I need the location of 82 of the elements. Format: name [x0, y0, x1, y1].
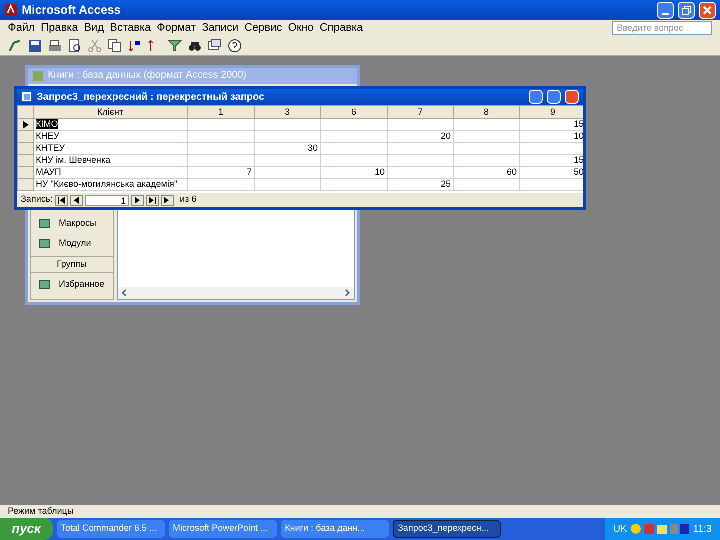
record-label: Запись:	[21, 193, 54, 206]
next-record-icon	[134, 196, 142, 204]
row-selector-header	[18, 106, 34, 118]
table-cell: КНЕУ	[36, 131, 60, 141]
menu-item[interactable]: Правка	[41, 20, 78, 36]
window-title: Книги : база данных (формат Access 2000)	[48, 69, 247, 84]
object-item[interactable]: Макросы	[59, 216, 97, 230]
minimize-button[interactable]	[657, 2, 674, 18]
column-header[interactable]: 1	[188, 106, 254, 118]
previous-record-icon	[73, 196, 80, 204]
table-cell: 20	[440, 131, 451, 141]
close-icon	[703, 6, 712, 14]
start-button[interactable]: пуск	[0, 518, 53, 540]
current-record-icon	[22, 120, 28, 128]
taskbar-button[interactable]: Запрос3_перехресн...	[393, 520, 501, 538]
last-record-button[interactable]	[146, 194, 160, 206]
print-icon[interactable]	[48, 38, 62, 52]
menu-item[interactable]: Записи	[202, 20, 239, 36]
column-header[interactable]: 6	[320, 106, 388, 118]
menu-item[interactable]: Справка	[320, 20, 363, 36]
table-cell: 30	[308, 143, 318, 153]
save-icon[interactable]	[28, 38, 42, 52]
table-cell: МАУП	[36, 167, 62, 177]
table-cell: КІМО	[36, 119, 58, 129]
next-record-button[interactable]	[131, 194, 144, 206]
table-cell: КНТЕУ	[36, 143, 65, 153]
table-cell: НУ "Києво-могилянська академія"	[36, 179, 178, 189]
menu-item[interactable]: Формат	[157, 20, 196, 36]
restore-button[interactable]	[678, 2, 695, 18]
column-header[interactable]: 8	[454, 106, 520, 118]
first-record-icon	[58, 196, 66, 204]
print-preview-icon[interactable]	[68, 38, 82, 52]
clock: 11:3	[693, 522, 712, 536]
row-selector[interactable]	[18, 118, 34, 130]
new-record-icon	[164, 196, 172, 204]
menu-item[interactable]: Вставка	[110, 20, 152, 36]
horizontal-scrollbar[interactable]	[118, 287, 354, 299]
help-icon[interactable]	[228, 38, 242, 52]
tray-icons-drawing	[630, 523, 690, 535]
close-button[interactable]	[699, 2, 716, 18]
object-icon	[39, 279, 51, 291]
help-search-field[interactable]: Введите вопрос	[612, 21, 712, 35]
column-header[interactable]: 9	[520, 106, 583, 118]
object-item[interactable]: Избранное	[59, 278, 105, 292]
query-icon	[21, 91, 33, 103]
menu-item[interactable]: Окно	[288, 20, 314, 36]
object-icon	[39, 238, 51, 250]
object-icon	[39, 218, 51, 230]
minimize-button[interactable]	[529, 90, 543, 104]
taskbar-button[interactable]: Книги : база данн...	[281, 520, 389, 538]
object-item[interactable]: Модули	[59, 236, 92, 250]
menu-item[interactable]: Сервис	[244, 20, 282, 36]
first-record-button[interactable]	[55, 194, 68, 206]
app-icon	[4, 3, 18, 17]
column-header[interactable]: 7	[388, 106, 454, 118]
status-text: Режим таблицы	[8, 504, 74, 518]
sort-ascending-icon[interactable]	[128, 38, 142, 52]
maximize-button[interactable]	[547, 90, 561, 104]
menu-item[interactable]: Вид	[84, 20, 104, 36]
taskbar-button[interactable]: Microsoft PowerPoint ...	[169, 520, 277, 538]
record-number-field[interactable]: 1	[85, 194, 130, 206]
last-record-icon	[149, 196, 156, 204]
window-title: Запрос3_перехресний : перекрестный запрос	[37, 90, 265, 104]
taskbar-button[interactable]: Total Commander 6.5 ...	[57, 520, 165, 538]
table-cell: 10	[374, 167, 385, 177]
minimize-icon	[662, 12, 669, 14]
menu-item[interactable]: Файл	[8, 20, 36, 36]
table-cell: 60	[506, 167, 517, 177]
copy-icon[interactable]	[108, 38, 122, 52]
window-title: Microsoft Access	[22, 2, 121, 19]
previous-record-button[interactable]	[70, 194, 84, 206]
table-cell: КНУ ім. Шевченка	[36, 155, 111, 165]
close-button[interactable]	[565, 90, 579, 104]
filter-icon[interactable]	[168, 38, 182, 52]
column-header[interactable]: 3	[254, 106, 320, 118]
column-header[interactable]: Клієнт	[34, 106, 188, 118]
group-header: Группы	[31, 256, 113, 273]
record-count: из 6	[180, 193, 197, 206]
table-cell: 7	[246, 167, 252, 177]
new-record-button[interactable]	[161, 194, 174, 206]
restore-icon	[682, 6, 691, 14]
table-cell: 25	[440, 179, 451, 189]
